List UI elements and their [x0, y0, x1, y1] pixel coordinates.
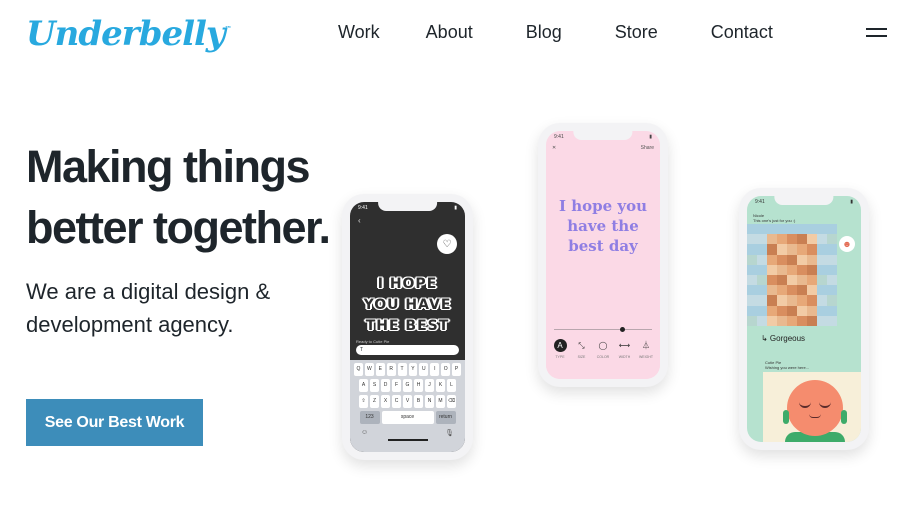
main-nav: Work About Blog Store Contact: [338, 22, 773, 43]
keyboard-key: R: [386, 363, 396, 376]
phone1-message: I HOPE YOU HAVE THE BEST: [350, 274, 465, 337]
phone1-message-line: YOU HAVE: [363, 297, 452, 313]
keyboard-key: U: [419, 363, 429, 376]
phone2-message-line: I hope you: [558, 197, 648, 215]
phone1-message-line: I HOPE: [377, 276, 438, 292]
heart-icon: ♡: [437, 234, 457, 254]
key-space: space: [381, 411, 434, 424]
hero-subtitle: We are a digital design & development ag…: [26, 279, 271, 337]
tool-label: COLOR: [596, 355, 610, 359]
tool-icon: ⏃: [642, 341, 650, 350]
hero-title: Making things better together.: [26, 136, 386, 258]
nav-blog[interactable]: Blog: [526, 22, 562, 43]
phone2-tool-tray: A TYPE ⤡ SIZE ◯ COLOR ⟷ WIDTH ⏃ WEIGHT: [546, 321, 660, 379]
keyboard-key: E: [375, 363, 385, 376]
size-slider: [554, 327, 652, 332]
hero-title-line1: Making things: [26, 141, 311, 192]
keyboard-key: B: [414, 395, 423, 408]
phone1-keyboard: QWERTYUIOP ASDFGHJKL ⇧ Z X C V B N M ⌫ 123 space…: [350, 360, 465, 452]
tool-label: SIZE: [577, 355, 586, 359]
editor-tool: ⟷ WIDTH: [615, 339, 635, 359]
phone1-ready-label: Ready to Cutie Pie: [356, 339, 390, 344]
keyboard-key: P: [452, 363, 462, 376]
tool-icon: ⟷: [618, 341, 631, 350]
battery-icon: ▮: [454, 205, 457, 211]
keyboard-key: I: [430, 363, 440, 376]
face-sticker-icon: ☻: [839, 236, 855, 252]
phone3-sender2: Cutie Pie Wishing you were here...: [765, 360, 809, 370]
nav-contact[interactable]: Contact: [711, 22, 773, 43]
phone1-time: 9:41: [358, 205, 368, 211]
close-icon: ✕: [552, 145, 557, 151]
phone3-sender: Nicole This one's just for you :): [753, 213, 795, 223]
keyboard-key: H: [414, 379, 423, 392]
key-return: return: [435, 411, 456, 424]
share-label: Share: [640, 145, 654, 151]
phone2-message-line: have the: [567, 217, 639, 235]
keyboard-key: M: [436, 395, 445, 408]
hero-title-line2: better together.: [26, 202, 331, 253]
backspace-key-icon: ⌫: [447, 395, 456, 408]
keyboard-key: G: [403, 379, 412, 392]
character-illustration: [763, 372, 861, 442]
phone2-message-line: best day: [568, 237, 638, 255]
emoji-icon: ☺: [361, 429, 369, 436]
logo-text: Underbelly: [26, 14, 226, 54]
phone3-screen: 9:41 ▮ Nicole This one's just for you :) ☻…: [747, 196, 861, 442]
phone1-text-field: T: [356, 345, 459, 355]
key-123: 123: [359, 411, 380, 424]
nav-store[interactable]: Store: [615, 22, 658, 43]
tool-label: TYPE: [555, 355, 565, 359]
phone2-screen: 9:41 ▮ ✕ Share I hope you have the best da…: [546, 131, 660, 379]
keyboard-key: C: [392, 395, 401, 408]
tool-label: WEIGHT: [639, 355, 653, 359]
keyboard-key: F: [392, 379, 401, 392]
battery-icon: ▮: [850, 199, 853, 205]
underbelly-logo[interactable]: Underbelly™: [26, 14, 232, 54]
sender2-note: Wishing you were here...: [765, 365, 810, 370]
keyboard-key: Z: [370, 395, 379, 408]
keyboard-key: W: [364, 363, 374, 376]
see-our-best-work-button[interactable]: See Our Best Work: [26, 399, 203, 446]
battery-icon: ▮: [649, 134, 652, 140]
keyboard-key: K: [436, 379, 445, 392]
phone3-reply: ↳ Gorgeous: [761, 334, 806, 343]
phone2-time: 9:41: [554, 134, 564, 140]
microphone-icon: 🎙: [445, 430, 454, 437]
tool-icon: ⤡: [578, 341, 585, 350]
editor-tool: ◯ COLOR: [593, 339, 613, 359]
keyboard-key: S: [370, 379, 379, 392]
phone3-time: 9:41: [755, 199, 765, 205]
keyboard-key: T: [397, 363, 407, 376]
nav-work[interactable]: Work: [338, 22, 380, 43]
editor-tool: ⏃ WEIGHT: [636, 339, 656, 359]
shift-key-icon: ⇧: [359, 395, 368, 408]
phone1-message-line: THE BEST: [365, 318, 450, 334]
keyboard-key: V: [403, 395, 412, 408]
keyboard-key: D: [381, 379, 390, 392]
pixelated-photo: [747, 224, 837, 326]
keyboard-key: N: [425, 395, 434, 408]
editor-tool: A TYPE: [550, 339, 570, 359]
phone2-message: I hope you have the best day: [546, 196, 660, 256]
trademark-mark: ™: [224, 24, 232, 33]
keyboard-key: X: [381, 395, 390, 408]
hamburger-icon[interactable]: [866, 28, 887, 38]
phone-mockup-chat: 9:41 ▮ Nicole This one's just for you :) ☻…: [739, 188, 869, 450]
keyboard-key: O: [441, 363, 451, 376]
keyboard-key: J: [425, 379, 434, 392]
keyboard-key: L: [447, 379, 456, 392]
keyboard-key: A: [359, 379, 368, 392]
phone-mockup-editor: 9:41 ▮ ✕ Share I hope you have the best da…: [538, 123, 668, 387]
editor-tool: ⤡ SIZE: [572, 339, 592, 359]
keyboard-key: Q: [353, 363, 363, 376]
nav-about[interactable]: About: [426, 22, 473, 43]
tool-icon: A: [553, 339, 567, 352]
tool-icon: ◯: [598, 341, 608, 350]
sender-note: This one's just for you :): [753, 218, 796, 223]
tool-label: WIDTH: [618, 355, 631, 359]
keyboard-key: Y: [408, 363, 418, 376]
